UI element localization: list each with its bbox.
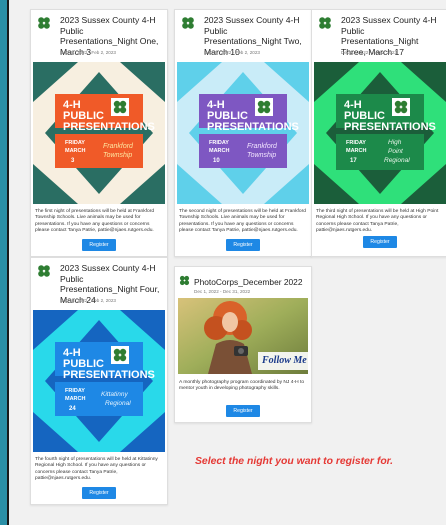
4h-clover-icon: H bbox=[38, 17, 50, 29]
4h-clover-icon bbox=[179, 275, 190, 286]
poster-loc3: Regional bbox=[384, 157, 410, 164]
card-description: The first night of presentations will be… bbox=[35, 209, 155, 233]
poster-loc2: Township bbox=[247, 152, 276, 159]
photocorps-card[interactable]: PhotoCorps_December 2022 Dec 1, 2022 - D… bbox=[174, 266, 312, 423]
register-button[interactable]: Register bbox=[82, 239, 116, 251]
poster-num: 17 bbox=[350, 158, 357, 164]
card-date: Dec 27, 2022 - Feb 2, 2023 bbox=[204, 50, 260, 55]
poster-day: FRIDAY bbox=[65, 388, 85, 394]
poster-month: MARCH bbox=[65, 148, 85, 154]
card-description: The fourth night of presentations will b… bbox=[35, 457, 158, 481]
card-header: H 2023 Sussex County 4-H Public Presenta… bbox=[31, 10, 167, 60]
register-button[interactable]: Register bbox=[226, 405, 260, 417]
4h-clover-icon: H bbox=[319, 17, 331, 29]
poster-loc1: Kittatinny bbox=[101, 391, 128, 398]
card-title[interactable]: PhotoCorps_December 2022 bbox=[194, 277, 302, 287]
register-button[interactable]: Register bbox=[82, 487, 116, 499]
register-button[interactable]: Register bbox=[226, 239, 260, 251]
poster-line3: PRESENTATIONS bbox=[63, 121, 155, 133]
photocorps-photo[interactable]: Follow Me bbox=[178, 298, 308, 374]
card-description: A monthly photography program coordinate… bbox=[179, 380, 305, 392]
poster-month: MARCH bbox=[65, 396, 85, 402]
card-description: The second night of presentations will b… bbox=[179, 209, 306, 233]
card-header: H 2023 Sussex County 4-H Public Presenta… bbox=[312, 10, 446, 60]
event-card[interactable]: H 2023 Sussex County 4-H Public Presenta… bbox=[174, 9, 312, 257]
poster-loc2: Regional bbox=[105, 400, 131, 407]
poster-loc1: Frankford bbox=[103, 143, 134, 150]
poster-line3: PRESENTATIONS bbox=[207, 121, 299, 133]
card-description: The third night of presentations will be… bbox=[316, 209, 439, 233]
register-button[interactable]: Register bbox=[363, 236, 397, 248]
card-header: H 2023 Sussex County 4-H Public Presenta… bbox=[175, 10, 311, 60]
poster-line3: PRESENTATIONS bbox=[63, 369, 155, 381]
follow-me-overlay: Follow Me bbox=[262, 355, 307, 366]
4h-clover-icon: H bbox=[182, 17, 194, 29]
poster-loc1: High bbox=[388, 139, 402, 146]
poster-loc1: Frankford bbox=[247, 143, 278, 150]
poster-loc2: Township bbox=[103, 152, 132, 159]
event-card[interactable]: H 2023 Sussex County 4-H Public Presenta… bbox=[30, 257, 168, 505]
card-date: Dec 1, 2022 - Dec 31, 2022 bbox=[194, 289, 251, 294]
poster-num: 10 bbox=[213, 158, 220, 164]
poster-loc2: Point bbox=[388, 148, 404, 155]
event-card[interactable]: H 2023 Sussex County 4-H Public Presenta… bbox=[30, 9, 168, 257]
card-date: Dec 21, 2022 - Feb 2, 2023 bbox=[60, 50, 116, 55]
event-poster[interactable]: 4-H PUBLIC PRESENTATIONS FRIDAY MARCH 17… bbox=[314, 62, 446, 204]
poster-line3: PRESENTATIONS bbox=[344, 121, 436, 133]
event-card[interactable]: H 2023 Sussex County 4-H Public Presenta… bbox=[311, 9, 446, 257]
poster-day: FRIDAY bbox=[65, 140, 85, 146]
poster-month: MARCH bbox=[346, 148, 366, 154]
event-poster[interactable]: 4-H PUBLIC PRESENTATIONS FRIDAY MARCH 24… bbox=[33, 310, 165, 452]
poster-day: FRIDAY bbox=[346, 140, 366, 146]
poster-num: 24 bbox=[69, 406, 76, 412]
poster-month: MARCH bbox=[209, 148, 229, 154]
content-frame: H 2023 Sussex County 4-H Public Presenta… bbox=[7, 0, 446, 525]
4h-clover-icon: H bbox=[38, 265, 50, 277]
card-header: H 2023 Sussex County 4-H Public Presenta… bbox=[31, 258, 167, 308]
instruction-text: Select the night you want to register fo… bbox=[195, 456, 394, 467]
card-date: Dec 21, 2022 - Feb 2, 2023 bbox=[341, 50, 397, 55]
card-date: Dec 15, 2022 - Feb 2, 2023 bbox=[60, 298, 116, 303]
poster-day: FRIDAY bbox=[209, 140, 229, 146]
event-poster[interactable]: 4-H PUBLIC PRESENTATIONS FRIDAY MARCH 10… bbox=[177, 62, 309, 204]
event-poster[interactable]: 4-H PUBLIC PRESENTATIONS FRIDAY MARCH 3 … bbox=[33, 62, 165, 204]
